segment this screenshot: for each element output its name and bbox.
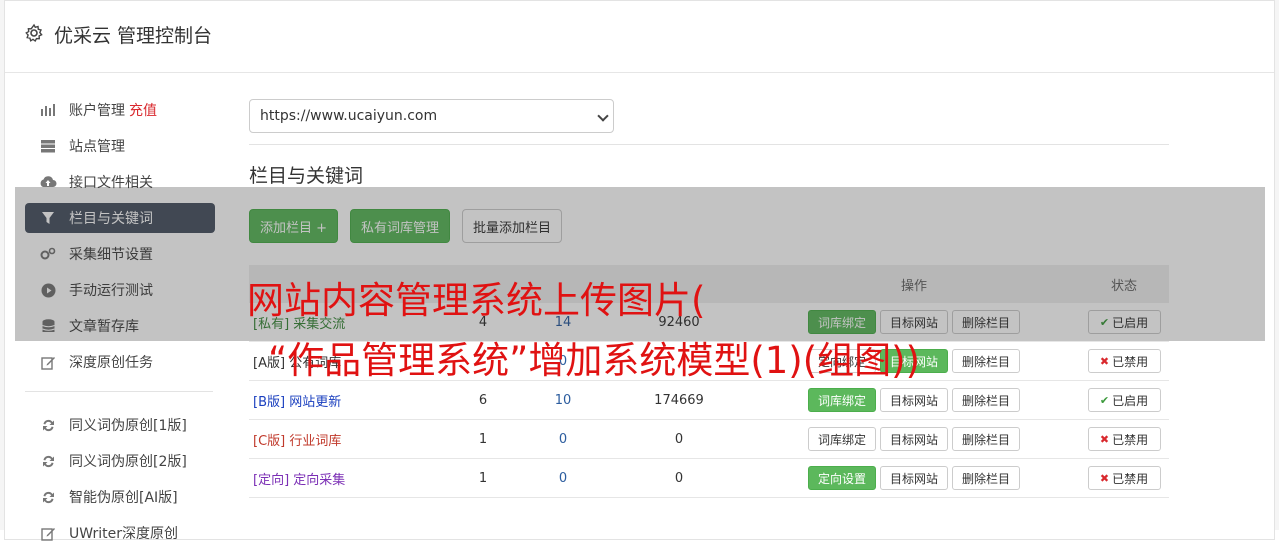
overlay-title-line1: 网站内容管理系统上传图片(	[247, 279, 706, 322]
divider	[249, 144, 1169, 145]
count-c-cell: 0	[674, 470, 684, 486]
ops-cell: 词库绑定 目标网站 删除栏目	[749, 388, 1079, 412]
page-header: 优采云 管理控制台	[5, 1, 1274, 73]
cross-icon: ✖	[1099, 354, 1110, 368]
sidebar-item-label: 站点管理	[69, 139, 125, 155]
sidebar-item-label: 账户管理	[69, 103, 125, 119]
server-icon	[39, 137, 57, 155]
column-tag: [定向]	[253, 472, 290, 488]
status-toggle[interactable]: ✖ 已禁用	[1087, 349, 1161, 373]
section-title: 栏目与关键词	[249, 165, 364, 187]
delete-column-button[interactable]: 删除栏目	[952, 466, 1021, 490]
bar-chart-icon	[39, 101, 57, 119]
count-b-cell[interactable]: 0	[517, 471, 609, 486]
status-cell: ✔ 已启用	[1079, 388, 1169, 412]
status-label: 已禁用	[1112, 432, 1149, 447]
sidebar-item-uwriter[interactable]: UWriter深度原创	[25, 518, 215, 548]
status-label: 已禁用	[1112, 471, 1149, 486]
overlay-title-line2: “作品管理系统”增加系统模型(1)(组图))	[268, 339, 921, 382]
target-site-button[interactable]: 目标网站	[879, 388, 948, 412]
edit-icon	[39, 353, 57, 371]
count-a-cell: 1	[478, 470, 488, 486]
refresh-icon	[39, 416, 57, 434]
library-bind-button[interactable]: 词库绑定	[807, 388, 876, 412]
status-toggle[interactable]: ✖ 已禁用	[1087, 466, 1161, 490]
sidebar-item-deep-original[interactable]: 深度原创任务	[25, 347, 215, 377]
column-name-cell[interactable]: [C版] 行业词库	[249, 430, 449, 449]
sidebar-item-smart-ai[interactable]: 智能伪原创[AI版]	[25, 482, 215, 512]
status-label: 已禁用	[1112, 354, 1149, 369]
sidebar-item-label: UWriter深度原创	[69, 526, 178, 542]
count-b-cell[interactable]: 0	[517, 432, 609, 447]
column-name-cell[interactable]: [定向] 定向采集	[249, 469, 449, 488]
count-c-cell: 174669	[654, 392, 704, 408]
recharge-link[interactable]: 充值	[129, 100, 157, 120]
library-bind-button[interactable]: 词库绑定	[807, 427, 876, 451]
sidebar-item-label: 同义词伪原创[1版]	[69, 418, 187, 434]
sidebar-item-account[interactable]: 账户管理 充值	[25, 95, 215, 125]
cross-icon: ✖	[1099, 432, 1110, 446]
target-site-button[interactable]: 目标网站	[879, 466, 948, 490]
column-name: 网站更新	[289, 394, 342, 410]
library-bind-button[interactable]: 定向设置	[807, 466, 876, 490]
delete-column-button[interactable]: 删除栏目	[952, 427, 1021, 451]
count-a-cell: 6	[478, 392, 488, 408]
column-tag: [B版]	[253, 394, 286, 410]
sidebar-item-label: 智能伪原创[AI版]	[69, 490, 178, 506]
sidebar-item-sites[interactable]: 站点管理	[25, 131, 215, 161]
refresh-icon	[39, 452, 57, 470]
delete-column-button[interactable]: 删除栏目	[952, 388, 1021, 412]
column-name: 定向采集	[293, 472, 346, 488]
page-title: 优采云 管理控制台	[54, 25, 213, 47]
column-name-cell[interactable]: [B版] 网站更新	[249, 391, 449, 410]
refresh-icon	[39, 488, 57, 506]
check-icon: ✔	[1099, 393, 1110, 407]
table-row: [B版] 网站更新 6 10 174669 词库绑定 目标网站 删除栏目 ✔ 已…	[249, 381, 1169, 420]
ops-cell: 词库绑定 目标网站 删除栏目	[749, 427, 1079, 451]
sidebar-item-synonym-v1[interactable]: 同义词伪原创[1版]	[25, 410, 215, 440]
table-row: [定向] 定向采集 1 0 0 定向设置 目标网站 删除栏目 ✖ 已禁用	[249, 459, 1169, 498]
app-background: 优采云 管理控制台 账户管理 充值 站点管理 接口文件相关 栏目与关键词 采集细…	[0, 0, 1279, 542]
table-row: [C版] 行业词库 1 0 0 词库绑定 目标网站 删除栏目 ✖ 已禁用	[249, 420, 1169, 459]
delete-column-button[interactable]: 删除栏目	[952, 349, 1021, 373]
status-toggle[interactable]: ✖ 已禁用	[1087, 427, 1161, 451]
count-b-cell[interactable]: 10	[517, 393, 609, 408]
sidebar-divider	[25, 391, 213, 392]
edit-icon	[39, 524, 57, 542]
sidebar-item-label: 同义词伪原创[2版]	[69, 454, 187, 470]
count-c-cell: 0	[674, 431, 684, 447]
status-label: 已启用	[1112, 393, 1149, 408]
status-toggle[interactable]: ✔ 已启用	[1087, 388, 1161, 412]
gear-icon	[25, 23, 43, 43]
chevron-down-icon	[597, 110, 609, 122]
ops-cell: 定向设置 目标网站 删除栏目	[749, 466, 1079, 490]
column-name: 行业词库	[289, 433, 342, 449]
site-select[interactable]: https://www.ucaiyun.com	[249, 99, 614, 133]
column-tag: [C版]	[253, 433, 286, 449]
status-cell: ✖ 已禁用	[1079, 349, 1169, 373]
status-cell: ✖ 已禁用	[1079, 466, 1169, 490]
cross-icon: ✖	[1099, 471, 1110, 485]
site-select-value: https://www.ucaiyun.com	[260, 108, 438, 124]
status-cell: ✖ 已禁用	[1079, 427, 1169, 451]
count-a-cell: 1	[478, 431, 488, 447]
sidebar-item-synonym-v2[interactable]: 同义词伪原创[2版]	[25, 446, 215, 476]
target-site-button[interactable]: 目标网站	[879, 427, 948, 451]
sidebar-item-label: 深度原创任务	[69, 355, 153, 371]
